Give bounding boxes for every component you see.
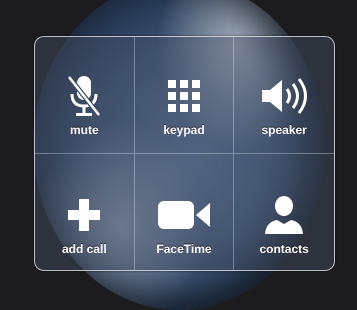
mute-label: mute: [69, 123, 99, 137]
video-camera-icon: [156, 186, 212, 244]
keypad-label: keypad: [163, 123, 205, 137]
facetime-label: FaceTime: [156, 241, 212, 256]
keypad-grid-icon: [166, 67, 202, 125]
call-options-panel: mute keypad speaker add call FaceTime co…: [34, 36, 335, 271]
microphone-muted-icon: [64, 67, 104, 125]
facetime-button[interactable]: FaceTime: [135, 153, 235, 270]
keypad-button[interactable]: keypad: [134, 37, 235, 154]
person-icon: [262, 186, 306, 244]
speaker-label: speaker: [261, 123, 307, 137]
speaker-icon: [259, 67, 309, 125]
add-call-label: add call: [61, 241, 107, 256]
contacts-label: contacts: [259, 241, 309, 256]
contacts-button[interactable]: contacts: [234, 154, 334, 271]
mute-button[interactable]: mute: [35, 37, 135, 154]
add-call-button[interactable]: add call: [35, 153, 135, 270]
speaker-button[interactable]: speaker: [234, 37, 334, 154]
plus-icon: [66, 186, 102, 244]
